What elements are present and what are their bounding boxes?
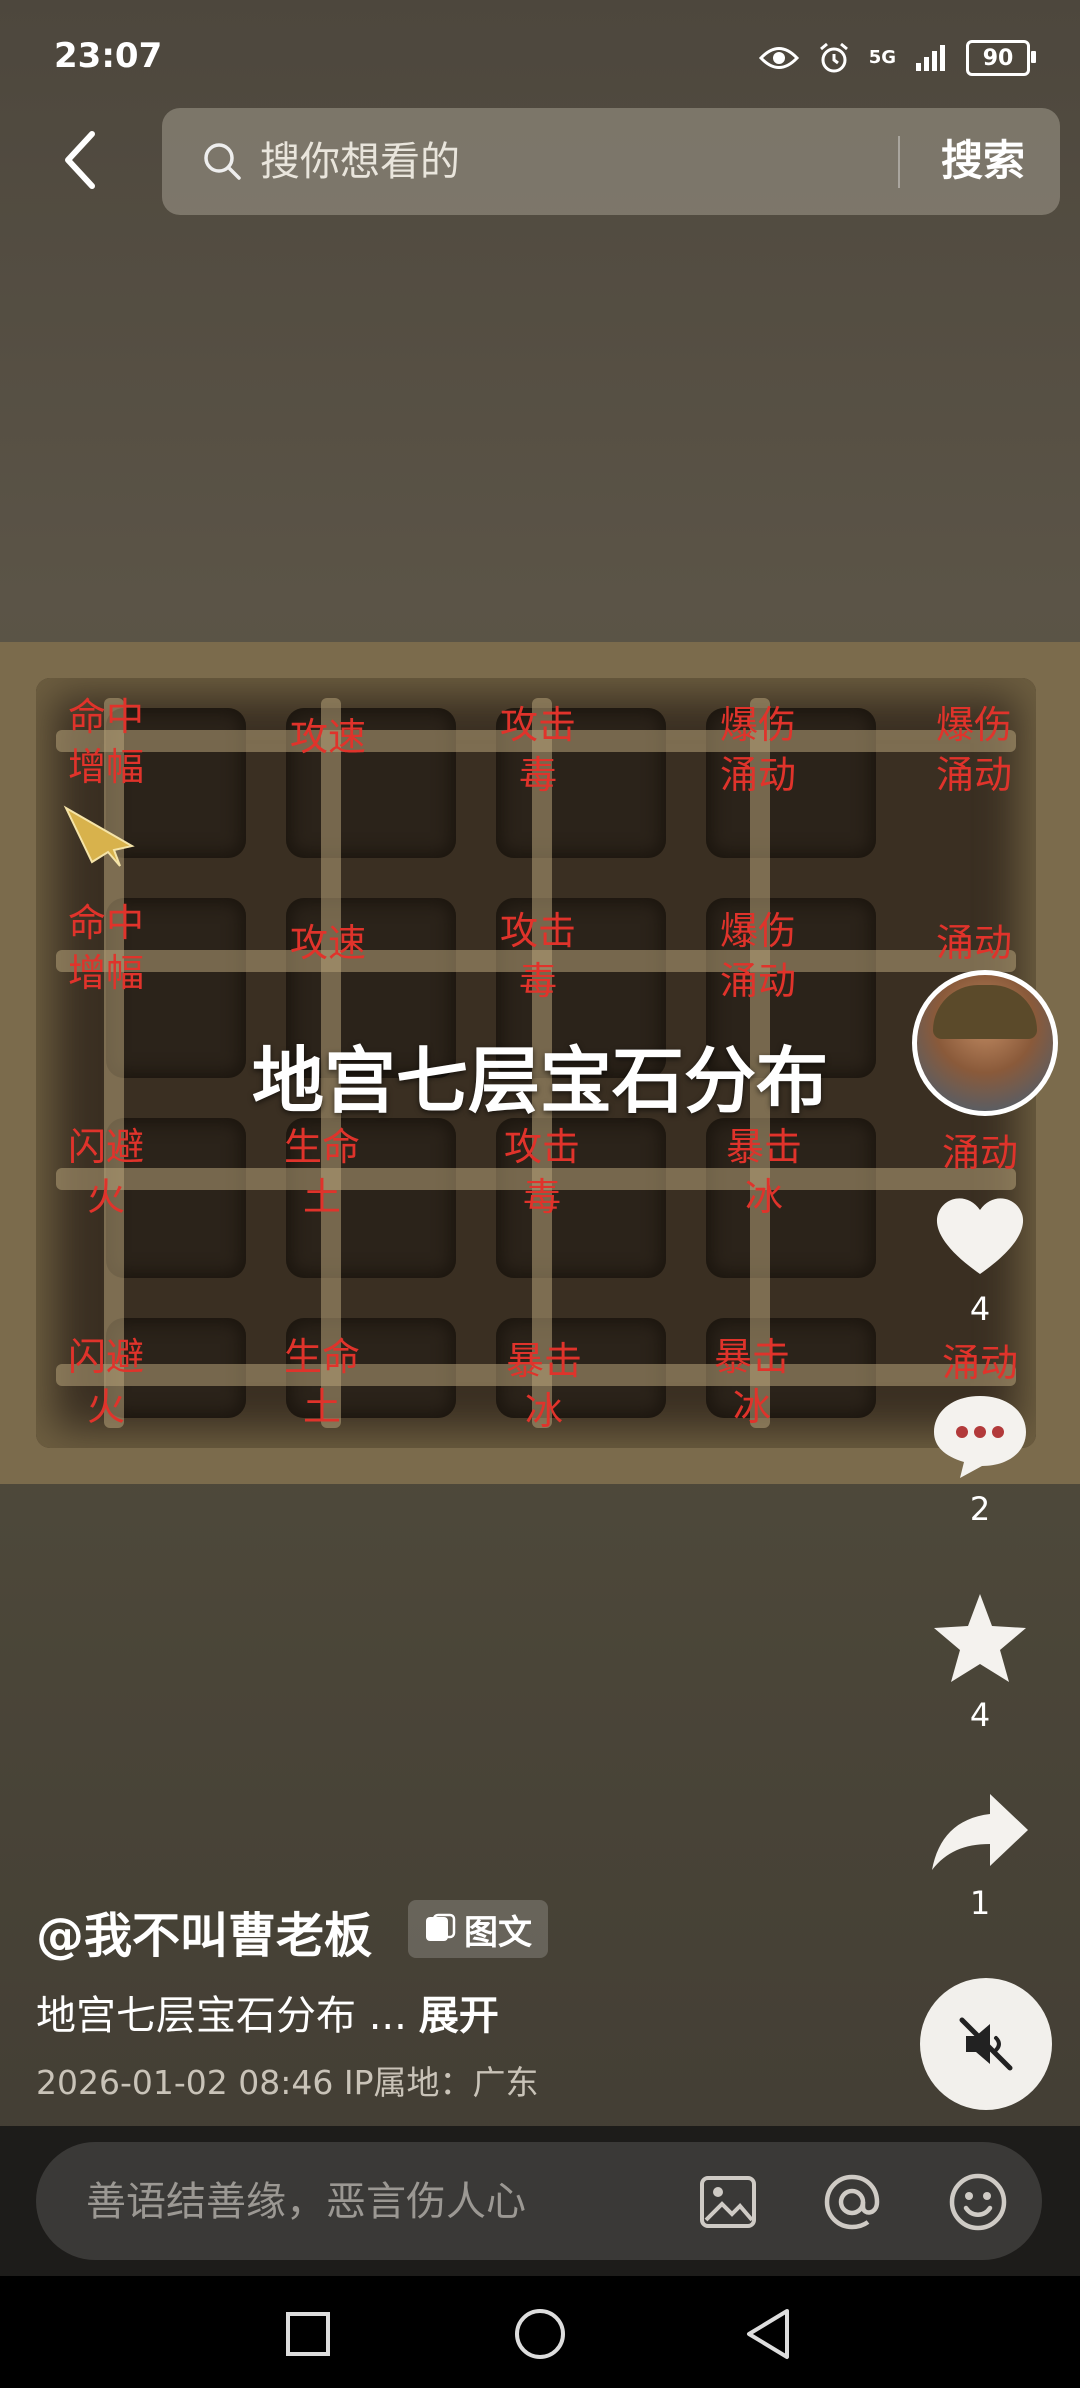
gem-label: 暴击 冰: [725, 1125, 802, 1219]
system-nav-bar: [0, 2276, 1080, 2388]
image-button[interactable]: [696, 2170, 760, 2234]
gem-label: 暴击 冰: [713, 1335, 790, 1429]
chevron-left-icon: [65, 131, 95, 189]
mute-button[interactable]: [920, 1978, 1052, 2110]
post-description: 地宫七层宝石分布 ... 展开: [36, 1983, 499, 2041]
square-icon: [286, 2312, 330, 2356]
status-bar: 23:07 5G 90: [0, 0, 1080, 110]
gem-label: 暴击 冰: [505, 1339, 582, 1433]
comment-bar: [0, 2126, 1080, 2276]
author-avatar[interactable]: [912, 970, 1058, 1116]
avatar-helmet: [933, 985, 1037, 1039]
system-back-button[interactable]: [738, 2304, 798, 2364]
share-button[interactable]: 1: [910, 1790, 1050, 1922]
share-arrow-icon: [932, 1794, 1028, 1870]
favorite-button[interactable]: 4: [910, 1590, 1050, 1734]
battery-indicator: 90: [966, 40, 1036, 76]
star-icon: [934, 1594, 1026, 1682]
at-icon: [824, 2174, 880, 2230]
post-type-tag: 图文: [408, 1900, 548, 1958]
like-count: 4: [969, 1290, 991, 1328]
alarm-icon: [819, 42, 848, 73]
status-time: 23:07: [54, 36, 163, 76]
gem-label: 爆伤 涌动: [719, 909, 796, 1003]
gem-label: 涌动: [941, 1131, 1018, 1175]
gem-label: 攻速: [289, 715, 366, 759]
gem-label: 命中 增幅: [67, 901, 144, 995]
author-name[interactable]: @我不叫曹老板: [36, 1896, 372, 1966]
gem-label: 爆伤 涌动: [719, 703, 796, 797]
post-type-label: 图文: [464, 1912, 532, 1953]
search-divider: [898, 136, 900, 188]
smiley-icon: [949, 2173, 1007, 2231]
player-arrow-icon: [63, 805, 135, 867]
favorite-count: 4: [969, 1696, 991, 1734]
search-button[interactable]: 搜索: [918, 130, 1048, 192]
home-button[interactable]: [510, 2304, 570, 2364]
expand-link[interactable]: 展开: [419, 1993, 499, 2039]
share-count: 1: [969, 1884, 991, 1922]
description-text: 地宫七层宝石分布 ...: [36, 1993, 407, 2039]
gem-label: 攻击 毒: [499, 909, 576, 1003]
eye-icon: [758, 47, 799, 69]
comment-bubble-icon: [934, 1396, 1026, 1478]
post-meta: 2026-01-02 08:46 IP属地：广东: [36, 2063, 539, 2102]
search-icon: [204, 143, 241, 180]
image-text-icon: [426, 1913, 456, 1941]
gem-label: 攻击 毒: [499, 703, 576, 797]
mention-button[interactable]: [820, 2170, 884, 2234]
gem-label: 攻击 毒: [503, 1125, 580, 1219]
battery-level: 90: [982, 45, 1014, 71]
back-button[interactable]: [50, 125, 110, 195]
speaker-muted-icon: [959, 2017, 1013, 2071]
status-icons: 5G 90: [758, 40, 1036, 76]
comment-input[interactable]: [84, 2170, 708, 2234]
gem-label: 生命 土: [283, 1335, 360, 1429]
like-button[interactable]: 4: [910, 1190, 1050, 1328]
gem-label: 生命 土: [283, 1125, 360, 1219]
circle-icon: [515, 2309, 565, 2359]
recents-button[interactable]: [278, 2304, 338, 2364]
heart-icon: [936, 1198, 1024, 1274]
image-icon: [700, 2176, 756, 2228]
signal-icon: [916, 45, 945, 71]
network-type: 5G: [868, 47, 896, 68]
emoji-button[interactable]: [946, 2170, 1010, 2234]
gem-label: 闪避 火: [67, 1335, 144, 1429]
comment-box[interactable]: [36, 2142, 1042, 2260]
search-bar[interactable]: 搜索: [162, 108, 1060, 215]
gem-label: 攻速: [289, 921, 366, 965]
triangle-back-icon: [747, 2309, 789, 2359]
gem-label: 爆伤 涌动: [935, 703, 1012, 797]
gem-label: 涌动: [935, 921, 1012, 965]
gem-label: 闪避 火: [67, 1125, 144, 1219]
gem-label: 命中 增幅: [67, 695, 144, 789]
gem-label: 涌动: [941, 1341, 1018, 1385]
comment-button[interactable]: 2: [910, 1390, 1050, 1528]
comment-count: 2: [969, 1490, 991, 1528]
